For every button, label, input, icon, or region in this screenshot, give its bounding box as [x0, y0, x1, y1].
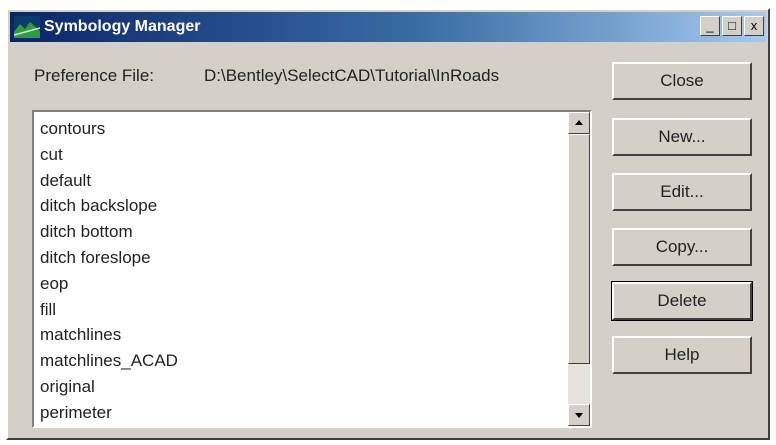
- title-bar[interactable]: Symbology Manager _ □ x: [10, 12, 766, 42]
- title-buttons: _ □ x: [698, 16, 764, 36]
- copy-button[interactable]: Copy...: [612, 228, 752, 266]
- delete-button[interactable]: Delete: [611, 281, 753, 321]
- symbology-listbox[interactable]: contours cut default ditch backslope dit…: [32, 110, 592, 428]
- app-icon: [13, 16, 41, 38]
- symbology-manager-window: Symbology Manager _ □ x Preference File:…: [6, 8, 770, 440]
- list-item[interactable]: perimeter: [40, 400, 178, 426]
- scroll-thumb[interactable]: [568, 134, 590, 364]
- scroll-up-button[interactable]: [568, 112, 590, 134]
- preference-file-label: Preference File:: [34, 66, 154, 85]
- list-item[interactable]: cut: [40, 142, 178, 168]
- close-icon: x: [750, 18, 758, 33]
- symbology-list: contours cut default ditch backslope dit…: [40, 116, 178, 426]
- edit-button[interactable]: Edit...: [612, 173, 752, 211]
- minimize-icon: _: [706, 18, 714, 33]
- list-item[interactable]: contours: [40, 116, 178, 142]
- vertical-scrollbar[interactable]: [568, 112, 590, 426]
- list-item[interactable]: ditch foreslope: [40, 245, 178, 271]
- help-button[interactable]: Help: [612, 336, 752, 374]
- new-button[interactable]: New...: [612, 118, 752, 156]
- list-item[interactable]: default: [40, 168, 178, 194]
- close-button[interactable]: Close: [612, 62, 752, 100]
- minimize-button[interactable]: _: [700, 16, 720, 36]
- list-item[interactable]: matchlines_ACAD: [40, 348, 178, 374]
- arrow-up-icon: [575, 120, 583, 125]
- close-window-button[interactable]: x: [744, 16, 764, 36]
- list-item[interactable]: ditch bottom: [40, 219, 178, 245]
- arrow-down-icon: [575, 413, 583, 418]
- list-item[interactable]: original: [40, 374, 178, 400]
- list-item[interactable]: eop: [40, 271, 178, 297]
- maximize-button[interactable]: □: [722, 16, 742, 36]
- list-item[interactable]: fill: [40, 297, 178, 323]
- list-item[interactable]: ditch backslope: [40, 193, 178, 219]
- scroll-down-button[interactable]: [568, 404, 590, 426]
- preference-file-path: D:\Bentley\SelectCAD\Tutorial\InRoads: [204, 66, 500, 85]
- list-item[interactable]: matchlines: [40, 322, 178, 348]
- maximize-icon: □: [728, 18, 736, 33]
- window-title: Symbology Manager: [44, 18, 201, 35]
